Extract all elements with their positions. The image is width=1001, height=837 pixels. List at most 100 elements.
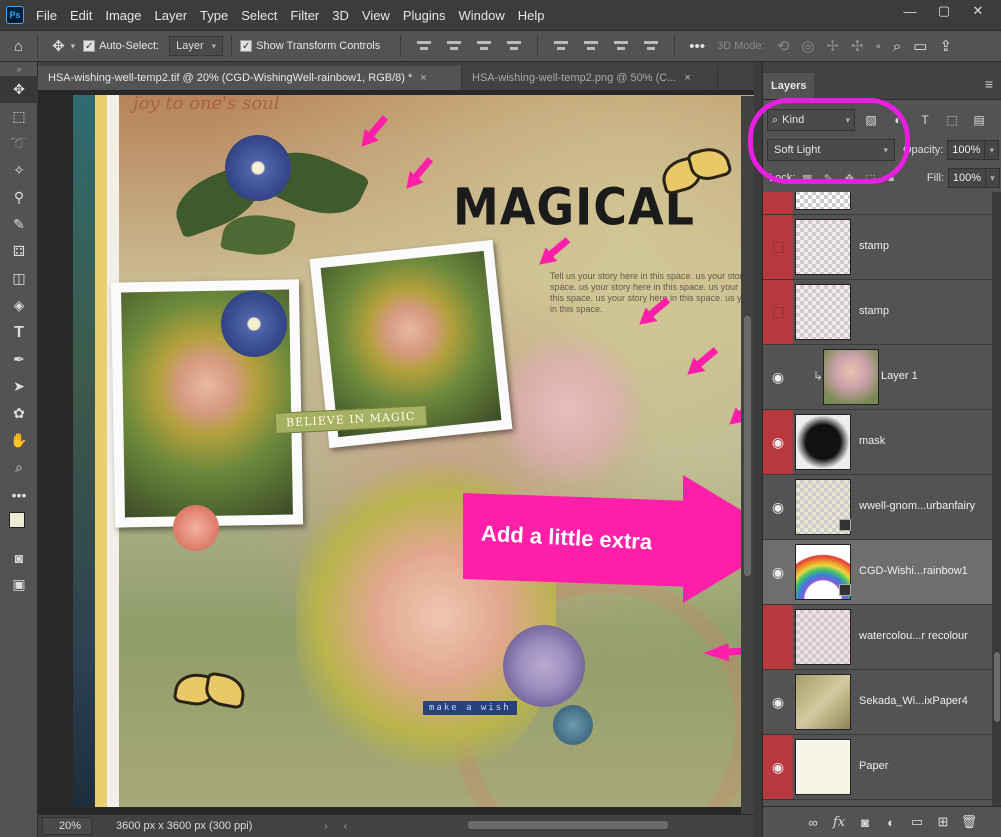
chevron-down-icon[interactable]: ▾ — [985, 140, 1000, 160]
align-middle-icon[interactable] — [582, 39, 600, 53]
align-right-icon[interactable] — [475, 39, 493, 53]
document-size-info[interactable]: 3600 px x 3600 px (300 ppi) — [116, 820, 252, 832]
menu-3d[interactable]: 3D — [332, 8, 349, 23]
layer-row[interactable]: ◉ mask — [763, 410, 992, 475]
layer-visibility-toggle[interactable] — [763, 280, 793, 344]
close-tab-icon[interactable]: × — [420, 72, 426, 84]
layer-visibility-toggle[interactable] — [763, 605, 793, 669]
fx-icon[interactable]: fx — [826, 812, 852, 832]
opacity-input[interactable]: 100% — [947, 140, 986, 160]
3d-pan-icon[interactable]: ✢ — [826, 37, 839, 55]
canvas-area[interactable]: joy to one's soul MAGICAL Tell us your s… — [38, 90, 754, 814]
align-bottom-icon[interactable] — [612, 39, 630, 53]
eye-icon[interactable]: ◉ — [763, 475, 793, 539]
minimize-button[interactable]: — — [893, 0, 927, 22]
3d-orbit-icon[interactable]: ⟲ — [777, 37, 790, 55]
layer-row[interactable]: ◉ Sekada_Wi...ixPaper4 — [763, 670, 992, 735]
scrollbar-thumb[interactable] — [994, 652, 1000, 722]
eye-icon[interactable]: ◉ — [763, 540, 793, 604]
layer-row[interactable]: ◉ Paper — [763, 735, 992, 800]
path-selection-tool-icon[interactable]: ➤ — [0, 373, 38, 400]
menu-image[interactable]: Image — [105, 8, 141, 23]
quick-mask-icon[interactable]: ◙ — [0, 544, 38, 571]
home-icon[interactable]: ⌂ — [14, 38, 23, 55]
menu-layer[interactable]: Layer — [155, 8, 188, 23]
menu-type[interactable]: Type — [200, 8, 228, 23]
3d-roll-icon[interactable]: ◎ — [801, 37, 814, 55]
smart-object-filter-icon[interactable]: ▤ — [968, 110, 990, 130]
eyedropper-tool-icon[interactable]: ⚲ — [0, 184, 38, 211]
adjustment-icon[interactable]: ◐ — [878, 812, 904, 832]
3d-slide-icon[interactable]: ✣ — [851, 37, 864, 55]
layer-visibility-toggle[interactable] — [763, 192, 793, 214]
scrollbar-thumb[interactable] — [744, 316, 751, 576]
toolbar-collapse-icon[interactable]: » — [0, 62, 38, 76]
trash-icon[interactable]: 🗑︎ — [956, 812, 982, 832]
align-center-icon[interactable] — [445, 39, 463, 53]
foreground-color-swatch[interactable] — [9, 512, 25, 528]
eye-icon[interactable]: ◉ — [763, 735, 793, 799]
move-tool-icon[interactable]: ✥ — [0, 76, 38, 103]
menu-select[interactable]: Select — [241, 8, 277, 23]
zoom-level-field[interactable]: 20% — [42, 817, 92, 835]
distribute-vertical-icon[interactable] — [642, 39, 660, 53]
auto-select-checkbox[interactable]: ✓ — [83, 40, 96, 52]
menu-window[interactable]: Window — [458, 8, 504, 23]
layer-row[interactable]: stamp — [763, 280, 992, 345]
tab-layers[interactable]: Layers — [763, 73, 815, 99]
layer-row-selected[interactable]: ◉ CGD-Wishi...rainbow1 — [763, 540, 992, 605]
tab-document-1[interactable]: HSA-wishing-well-temp2.tif @ 20% (CGD-Wi… — [38, 66, 462, 90]
shape-layer-filter-icon[interactable]: ⬚ — [941, 110, 963, 130]
edit-toolbar-icon[interactable]: ••• — [0, 481, 38, 508]
canvas-horizontal-scrollbar-thumb[interactable] — [468, 821, 668, 829]
move-tool-preset-icon[interactable]: ✥ — [52, 37, 65, 55]
zoom-tool-icon[interactable]: ⌕ — [0, 454, 38, 481]
menu-plugins[interactable]: Plugins — [403, 8, 446, 23]
type-layer-filter-icon[interactable]: T — [914, 110, 936, 130]
pen-tool-icon[interactable]: ✒ — [0, 346, 38, 373]
scroll-left-icon[interactable]: ‹ — [344, 821, 347, 832]
paint-bucket-tool-icon[interactable]: ◈ — [0, 292, 38, 319]
menu-filter[interactable]: Filter — [290, 8, 319, 23]
eye-icon[interactable]: ◉ — [763, 410, 793, 474]
chevron-right-icon[interactable]: › — [324, 821, 327, 832]
stamp-tool-icon[interactable]: ⚃ — [0, 238, 38, 265]
mask-icon[interactable]: ◙ — [852, 812, 878, 832]
layer-row[interactable]: stamp — [763, 215, 992, 280]
layer-visibility-toggle[interactable] — [763, 215, 793, 279]
align-top-icon[interactable] — [552, 39, 570, 53]
align-left-icon[interactable] — [415, 39, 433, 53]
menu-file[interactable]: File — [36, 8, 57, 23]
custom-shape-tool-icon[interactable]: ✿ — [0, 400, 38, 427]
close-tab-icon[interactable]: × — [684, 72, 690, 84]
photoshop-logo-icon[interactable]: Ps — [6, 6, 24, 24]
layer-row[interactable]: ◉ wwell-gnom...urbanfairy — [763, 475, 992, 540]
auto-select-target-dropdown[interactable]: Layer ▾ — [169, 36, 224, 56]
maximize-button[interactable]: ▢ — [927, 0, 961, 22]
eraser-tool-icon[interactable]: ◫ — [0, 265, 38, 292]
artwork-canvas[interactable]: joy to one's soul MAGICAL Tell us your s… — [73, 95, 754, 807]
new-layer-icon[interactable]: ⊞ — [930, 812, 956, 832]
type-tool-icon[interactable]: T — [0, 319, 38, 346]
close-window-button[interactable]: ✕ — [961, 0, 995, 22]
share-icon[interactable]: ⇪ — [939, 37, 952, 55]
canvas-vertical-scrollbar[interactable] — [741, 96, 754, 814]
panel-menu-icon[interactable]: ≡ — [985, 76, 993, 92]
lasso-tool-icon[interactable]: ➰ — [0, 130, 38, 157]
layer-row[interactable] — [763, 192, 992, 215]
marquee-tool-icon[interactable]: ⬚ — [0, 103, 38, 130]
tab-document-2[interactable]: HSA-wishing-well-temp2.png @ 50% (C... × — [462, 66, 718, 90]
chevron-down-icon[interactable]: ▾ — [986, 168, 1000, 188]
menu-edit[interactable]: Edit — [70, 8, 92, 23]
color-swatches[interactable] — [0, 508, 38, 544]
search-icon[interactable]: ⌕ — [893, 38, 901, 55]
3d-scale-icon[interactable]: ▪ — [876, 38, 881, 55]
magic-wand-tool-icon[interactable]: ✧ — [0, 157, 38, 184]
brush-tool-icon[interactable]: ✎ — [0, 211, 38, 238]
chevron-down-icon[interactable]: ▾ — [71, 41, 76, 52]
link-icon[interactable]: ∞ — [800, 812, 826, 832]
menu-help[interactable]: Help — [518, 8, 545, 23]
hand-tool-icon[interactable]: ✋ — [0, 427, 38, 454]
layer-row[interactable]: watercolou...r recolour — [763, 605, 992, 670]
folder-icon[interactable]: ▭ — [904, 812, 930, 832]
